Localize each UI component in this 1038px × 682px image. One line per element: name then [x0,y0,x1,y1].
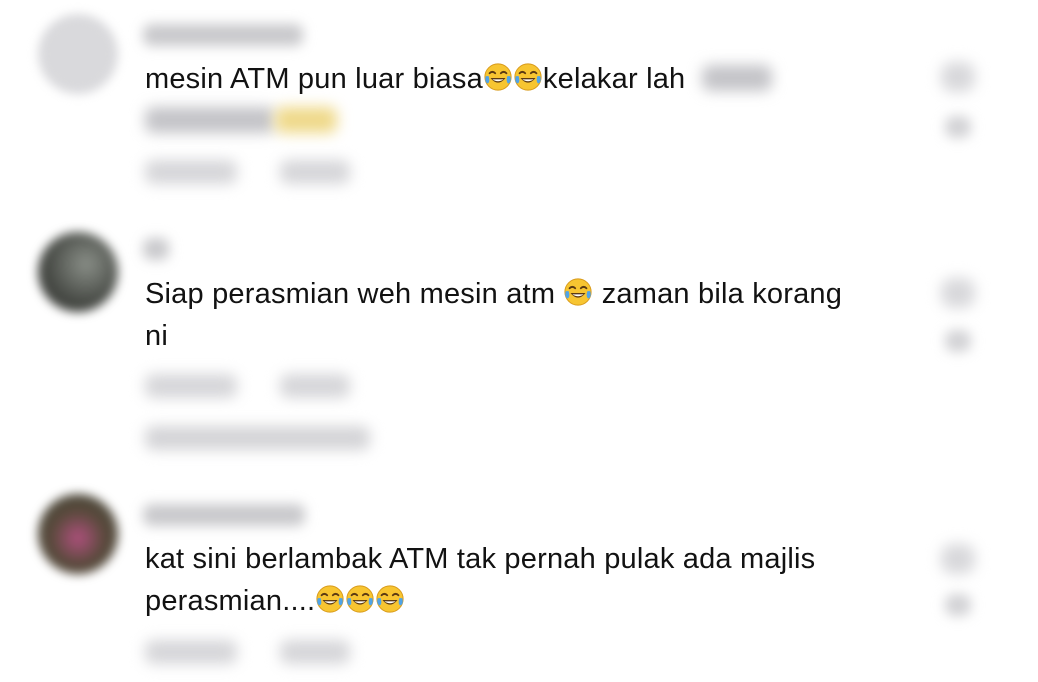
face-with-tears-of-joy-icon [513,62,543,92]
comment-text-end: kelakar lah [542,63,686,95]
comment-text: Siap perasmian weh mesin atm zaman bila … [145,273,845,357]
redacted-emoji [275,107,337,133]
heart-icon[interactable] [941,278,975,308]
like-count [945,116,971,138]
comment-text-start: mesin ATM pun luar biasa [145,63,483,95]
face-with-tears-of-joy-icon [375,584,405,614]
username-redacted[interactable] [143,24,303,46]
redacted-text [701,65,772,91]
face-with-tears-of-joy-icon [563,277,593,307]
username-redacted[interactable] [143,238,169,260]
timestamp-redacted [145,640,237,664]
avatar[interactable] [38,14,118,94]
timestamp-redacted [145,374,237,398]
comment-text: mesin ATM pun luar biasa kelakar lah [145,58,925,142]
avatar[interactable] [38,494,118,574]
comment-text: kat sini berlambak ATM tak pernah pulak … [145,538,925,622]
face-with-tears-of-joy-icon [315,584,345,614]
face-with-tears-of-joy-icon [345,584,375,614]
reply-button[interactable] [280,374,350,398]
heart-icon[interactable] [941,544,975,574]
username-redacted[interactable] [143,504,305,526]
view-replies-button[interactable] [145,426,370,450]
heart-icon[interactable] [941,62,975,92]
comment-text-start: Siap perasmian weh mesin atm [145,278,564,310]
like-count [945,594,971,616]
reply-button[interactable] [280,160,350,184]
like-count [945,330,971,352]
redacted-text [145,107,275,133]
face-with-tears-of-joy-icon [483,62,513,92]
avatar[interactable] [38,232,118,312]
comment-text-start: kat sini berlambak ATM tak pernah pulak … [145,543,816,617]
reply-button[interactable] [280,640,350,664]
timestamp-redacted [145,160,237,184]
